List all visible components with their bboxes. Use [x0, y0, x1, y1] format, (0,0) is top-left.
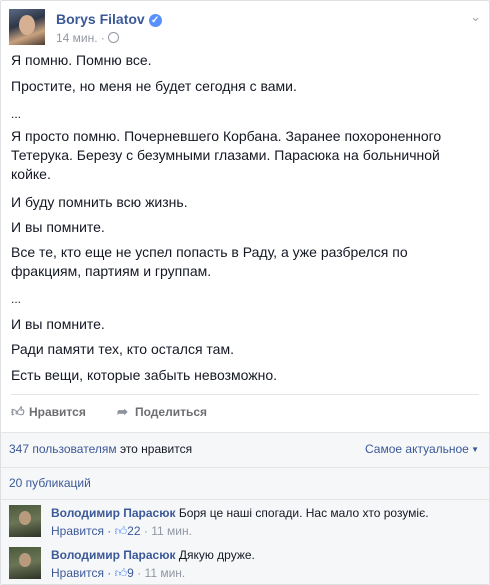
- comment-author[interactable]: Володимир Парасюк: [51, 548, 175, 562]
- comment-line: Володимир Парасюк Дякую друже.: [51, 548, 255, 562]
- divider: [1, 467, 489, 468]
- comment-author[interactable]: Володимир Парасюк: [51, 506, 175, 520]
- post-paragraph: Есть вещи, которые забыть невозможно.: [11, 367, 278, 383]
- post-paragraph: Ради памяти тех, кто остался там.: [11, 341, 234, 357]
- comment-like-link[interactable]: Нравится ·: [51, 566, 111, 580]
- post-meta: 14 мин. ·: [56, 31, 119, 45]
- commenter-avatar[interactable]: [9, 505, 41, 537]
- comment-line: Володимир Парасюк Боря це наші спогади. …: [51, 506, 429, 520]
- caret-down-icon: ▼: [468, 445, 479, 454]
- commenter-avatar[interactable]: [9, 547, 41, 579]
- post-time[interactable]: 14 мин. ·: [56, 31, 105, 45]
- thumbs-up-icon: 👍︎: [11, 404, 25, 419]
- post-paragraph: Я помню. Помню все.: [11, 52, 152, 68]
- likes-count-link[interactable]: 347 пользователям: [9, 442, 117, 456]
- post-paragraph: Я просто помню. Почерневшего Корбана. За…: [11, 128, 442, 182]
- shares-link[interactable]: 20 публикаций: [9, 476, 91, 490]
- comment-like-count[interactable]: 22: [127, 524, 140, 538]
- divider: [1, 499, 489, 500]
- author-avatar[interactable]: [9, 9, 45, 45]
- comment: Володимир Парасюк Боря це наші спогади. …: [9, 505, 479, 539]
- comment-time[interactable]: · 11 мин.: [137, 566, 185, 580]
- post-card: Borys Filatov ✓ 14 мин. · ⌄ Я помню. Помн…: [0, 0, 490, 585]
- sort-label: Самое актуальное: [364, 442, 469, 456]
- comment-text: Дякую друже.: [178, 548, 255, 562]
- comment: Володимир Парасюк Дякую друже. Нравится …: [9, 547, 479, 581]
- like-label: Нравится: [29, 405, 86, 419]
- comment-like-count[interactable]: 9: [127, 566, 134, 580]
- likes-suffix: это нравится: [119, 442, 193, 456]
- globe-icon: [107, 32, 119, 43]
- post-paragraph: ...: [11, 292, 22, 306]
- verified-badge-icon: ✓: [148, 14, 162, 27]
- comment-meta: Нравится · 👍︎22 · 11 мин.: [51, 524, 192, 539]
- post-paragraph: Все те, кто еще не успел попасть в Раду,…: [11, 244, 408, 279]
- chevron-down-icon[interactable]: ⌄: [470, 9, 481, 25]
- like-button[interactable]: 👍︎ Нравится: [11, 404, 86, 420]
- likes-summary: 347 пользователям это нравится: [9, 442, 192, 456]
- post-paragraph: И вы помните.: [11, 316, 105, 332]
- share-label: Поделиться: [135, 405, 208, 419]
- post-header: Borys Filatov ✓ 14 мин. · ⌄: [9, 9, 481, 45]
- author-name[interactable]: Borys Filatov: [56, 11, 145, 27]
- comment-like-link[interactable]: Нравится ·: [51, 524, 111, 538]
- author-name-row: Borys Filatov ✓: [56, 11, 162, 27]
- thumbs-up-icon: 👍︎: [114, 566, 128, 580]
- post-paragraph: Простите, но меня не будет сегодня с вам…: [11, 78, 297, 94]
- post-paragraph: И вы помните.: [11, 219, 105, 235]
- thumbs-up-icon: 👍︎: [114, 524, 128, 538]
- share-arrow-icon: ➦: [117, 404, 128, 419]
- post-paragraph: ...: [11, 107, 22, 121]
- share-button[interactable]: ➦ Поделиться: [117, 404, 207, 420]
- comment-meta: Нравится · 👍︎9 · 11 мин.: [51, 566, 185, 581]
- comment-text: Боря це наші спогади. Нас мало хто розум…: [178, 506, 429, 520]
- post-paragraph: И буду помнить всю жизнь.: [11, 194, 188, 210]
- comment-time[interactable]: · 11 мин.: [144, 524, 192, 538]
- social-section: 347 пользователям это нравится Самое акт…: [1, 432, 489, 584]
- divider: [11, 394, 479, 395]
- comment-sort-dropdown[interactable]: Самое актуальное ▼: [365, 442, 479, 456]
